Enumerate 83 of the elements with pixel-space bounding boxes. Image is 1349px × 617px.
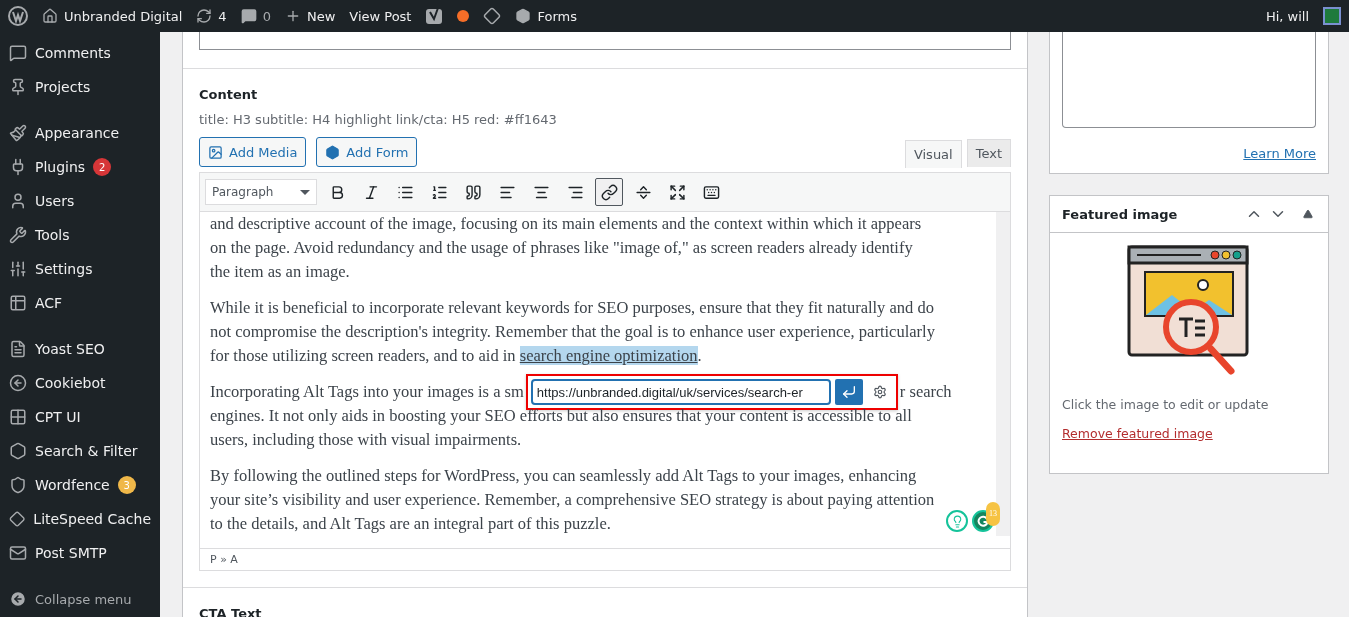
learn-more-link[interactable]: Learn More bbox=[1062, 146, 1316, 161]
add-media-button[interactable]: Add Media bbox=[199, 137, 307, 167]
user-icon bbox=[9, 192, 27, 210]
sidebar-item[interactable]: Search & Filter bbox=[0, 434, 160, 468]
sidebar-item[interactable]: Comments bbox=[0, 36, 160, 70]
hexagon-icon bbox=[325, 144, 341, 160]
comment-icon bbox=[9, 44, 27, 62]
text-area-field[interactable] bbox=[1062, 32, 1316, 128]
count-badge: 2 bbox=[93, 158, 112, 176]
sidebar-item[interactable]: CPT UI bbox=[0, 400, 160, 434]
enter-icon bbox=[840, 384, 857, 400]
paragraph-text: Incorporating Alt Tags into your images is a sm bbox=[210, 381, 524, 403]
status-dot-icon[interactable] bbox=[457, 10, 470, 22]
count-badge: 13 bbox=[986, 502, 1000, 526]
text-area-field[interactable] bbox=[199, 32, 1011, 50]
format-select[interactable]: Paragraph bbox=[205, 179, 317, 205]
forms-link[interactable]: Forms bbox=[515, 8, 577, 24]
sidebar-item[interactable]: LiteSpeed Cache bbox=[0, 502, 160, 536]
view-post-link[interactable]: View Post bbox=[349, 8, 412, 24]
paintbrush-icon bbox=[9, 124, 27, 142]
collapse-icon bbox=[9, 590, 27, 608]
box-title: Featured image bbox=[1062, 206, 1179, 222]
hexagon-icon bbox=[515, 8, 532, 24]
read-more-icon bbox=[634, 183, 652, 201]
sidebar-item[interactable]: Tools bbox=[0, 218, 160, 252]
triangle-icon bbox=[1303, 209, 1313, 219]
paragraph: While it is beneficial to incorporate relevant keywords for SEO purposes, ensure that they fit naturally and do not compromise the description's integrity. Remember that the goal is to enhance user experience, particularly for those utilizing screen readers, and to aid in search engine optimization. bbox=[210, 297, 936, 367]
diamond-icon[interactable] bbox=[483, 7, 502, 25]
sidebar-item[interactable]: Yoast SEO bbox=[0, 332, 160, 366]
sidebar-item[interactable]: Users bbox=[0, 184, 160, 218]
link-icon bbox=[600, 183, 618, 201]
numbered-list-icon bbox=[430, 183, 448, 201]
site-name-link[interactable]: Unbranded Digital bbox=[42, 8, 183, 24]
pin-icon bbox=[9, 78, 27, 96]
paragraph: By following the outlined steps for WordPress, you can seamlessly add Alt Tags to your images, enhancing your site’s visibility and user experience. Remember, a comprehensive SEO strategy is about paying attention to the details, and Alt Tags are an integral part of this puzzle. bbox=[210, 465, 936, 535]
field-label: Content bbox=[199, 86, 259, 102]
keyboard-icon bbox=[702, 183, 720, 201]
paragraph-text: r search bbox=[899, 381, 952, 403]
remove-image-link[interactable]: Remove featured image bbox=[1062, 426, 1316, 441]
add-form-button[interactable]: Add Form bbox=[316, 137, 418, 167]
element-path: P » A bbox=[200, 548, 1010, 570]
link-button[interactable] bbox=[595, 178, 623, 206]
sidebar-item[interactable]: Projects bbox=[0, 70, 160, 104]
selected-link[interactable]: search engine optimization bbox=[519, 346, 698, 365]
sidebar-item[interactable]: Appearance bbox=[0, 116, 160, 150]
apply-button[interactable] bbox=[834, 379, 863, 405]
wordpress-logo-icon[interactable] bbox=[8, 6, 28, 26]
image-icon bbox=[208, 144, 223, 160]
account-link[interactable]: Hi, will bbox=[1265, 8, 1309, 24]
field-description: title: H3 subtitle: H4 highlight link/cta: H5 red: #ff1643 bbox=[199, 112, 558, 127]
wrench-icon bbox=[9, 226, 27, 244]
comment-icon bbox=[240, 8, 257, 24]
paragraph: and descriptive account of the image, focusing on its main elements and the context within which it appears on the page. Avoid redundancy and the usage of phrases like "image of," as screen readers already identify the item as an image. bbox=[210, 213, 923, 283]
hexagon-icon bbox=[9, 442, 27, 460]
sliders-icon bbox=[9, 260, 27, 278]
sidebar-item[interactable]: ACF bbox=[0, 286, 160, 320]
quote-icon bbox=[464, 183, 482, 201]
diamond-icon bbox=[9, 510, 26, 528]
updates-link[interactable]: 4 bbox=[196, 8, 227, 24]
refresh-icon bbox=[196, 8, 213, 24]
shield-icon bbox=[9, 476, 27, 494]
sidebar-item[interactable]: Cookiebot bbox=[0, 366, 160, 400]
mail-icon bbox=[9, 544, 27, 562]
new-link[interactable]: New bbox=[284, 8, 336, 24]
fullscreen-icon bbox=[668, 183, 686, 201]
hint-text: Click the image to edit or update bbox=[1062, 397, 1270, 412]
home-icon bbox=[42, 8, 58, 24]
sidebar-item[interactable]: Post SMTP bbox=[0, 536, 160, 570]
sidebar-item[interactable]: Settings bbox=[0, 252, 160, 286]
comments-link[interactable]: 0 bbox=[240, 8, 271, 24]
url-input[interactable]: https://unbranded.digital/uk/services/search-er bbox=[530, 379, 831, 405]
count-badge: 3 bbox=[117, 476, 136, 494]
settings-icon bbox=[872, 383, 887, 401]
paragraph-text: engines. It not only aids in boosting your SEO efforts but also ensures that your content is accessible to all users, including those with visual impairments. bbox=[210, 405, 913, 451]
document-icon bbox=[9, 340, 27, 358]
table-icon bbox=[9, 294, 27, 312]
collapse-menu-button[interactable]: Collapse menu bbox=[0, 582, 160, 616]
sidebar-item[interactable]: Wordfence 3 bbox=[0, 468, 160, 502]
toggle-button[interactable] bbox=[1300, 209, 1316, 219]
sidebar-item[interactable]: Plugins 2 bbox=[0, 150, 160, 184]
editor-tab[interactable]: Text bbox=[966, 139, 1011, 167]
grid-icon bbox=[9, 408, 27, 426]
editor-tab[interactable]: Visual bbox=[904, 140, 962, 168]
